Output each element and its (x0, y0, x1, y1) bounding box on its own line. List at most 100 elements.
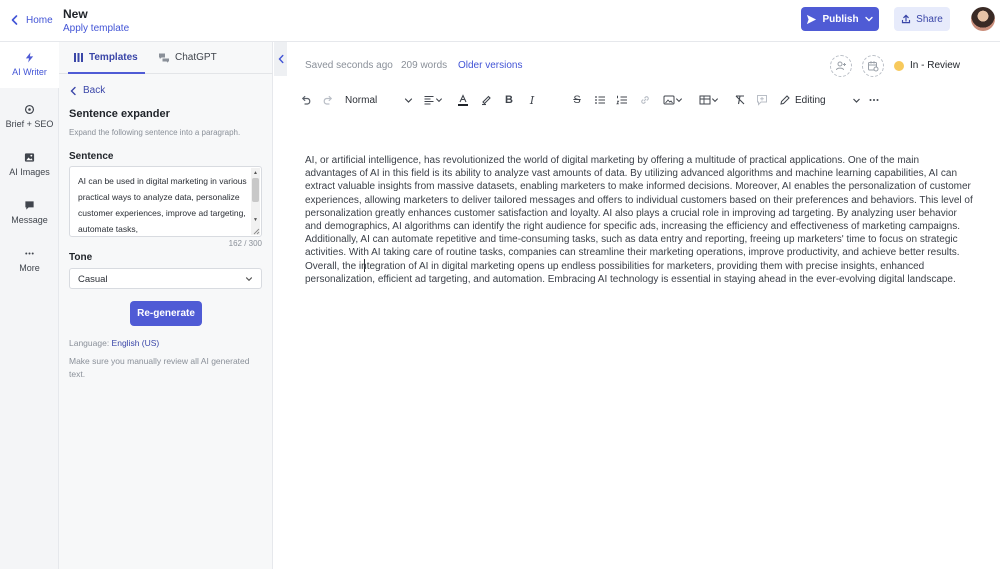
apply-template-link[interactable]: Apply template (63, 23, 129, 34)
editing-mode-dropdown[interactable]: Editing (779, 92, 861, 108)
scroll-thumb[interactable] (252, 178, 259, 202)
publish-button[interactable]: Publish (801, 7, 879, 31)
clear-formatting-button[interactable] (733, 92, 747, 108)
save-status: Saved seconds ago (305, 60, 393, 71)
numbered-list-icon (616, 95, 627, 105)
undo-button[interactable] (299, 92, 313, 108)
more-horizontal-icon (869, 99, 879, 101)
target-icon (24, 104, 35, 115)
clear-format-icon (735, 95, 745, 105)
rail-label: AI Writer (12, 67, 47, 77)
align-dropdown[interactable] (422, 92, 444, 108)
tone-select[interactable]: Casual (69, 268, 262, 289)
undo-icon (301, 95, 311, 105)
chatgpt-icon (159, 53, 169, 63)
chevron-down-icon (435, 98, 443, 103)
block-style-dropdown[interactable]: Normal (345, 92, 413, 108)
side-panel: Templates ChatGPT Back Sentence expander… (59, 42, 273, 569)
rail-item-more[interactable]: More (0, 238, 59, 284)
bolt-icon (25, 52, 34, 63)
tab-templates[interactable]: Templates (73, 52, 138, 63)
more-icon (25, 252, 34, 255)
editing-mode-value: Editing (795, 94, 826, 106)
language-selector[interactable]: English (US) (112, 338, 160, 348)
tab-chatgpt[interactable]: ChatGPT (158, 52, 217, 63)
numbered-list-button[interactable] (615, 92, 629, 108)
add-user-icon (836, 61, 846, 71)
tone-value: Casual (78, 274, 108, 285)
table-dropdown[interactable] (696, 92, 722, 108)
word-count: 209 words (401, 60, 448, 71)
workflow-status[interactable]: In - Review (894, 60, 960, 71)
bold-button[interactable]: B (503, 92, 515, 108)
rail-item-message[interactable]: Message (0, 190, 59, 236)
more-options-button[interactable] (867, 92, 881, 108)
left-rail: AI Writer Brief + SEO AI Images Message … (0, 42, 59, 569)
image-dropdown[interactable] (661, 92, 685, 108)
home-label: Home (26, 14, 53, 26)
chevron-left-icon (70, 86, 76, 95)
language-prefix: Language: (69, 338, 112, 348)
chevron-down-icon (853, 98, 860, 103)
back-link[interactable]: Back (69, 85, 105, 96)
italic-button[interactable]: I (526, 92, 538, 108)
tone-label: Tone (69, 252, 93, 263)
status-dot (894, 60, 904, 71)
share-button[interactable]: Share (894, 7, 950, 31)
active-tab-indicator (68, 72, 145, 74)
assign-user-button[interactable] (830, 55, 852, 77)
text-color-icon (458, 94, 468, 106)
rail-item-brief-seo[interactable]: Brief + SEO (0, 94, 59, 140)
bullet-list-icon (595, 96, 605, 104)
resize-grip-icon[interactable] (252, 227, 260, 235)
highlight-button[interactable] (479, 92, 493, 108)
templates-icon (74, 53, 83, 62)
block-style-value: Normal (345, 94, 378, 106)
regenerate-button[interactable]: Re-generate (130, 301, 202, 326)
character-counter: 162 / 300 (228, 239, 262, 248)
chevron-down-icon (404, 97, 413, 103)
editor-status-bar: Saved seconds ago 209 words Older versio… (287, 42, 1000, 88)
sentence-textarea[interactable]: AI can be used in digital marketing in v… (69, 166, 262, 237)
top-header: Home New Apply template Publish Share (0, 0, 1000, 42)
textarea-scrollbar[interactable]: ▲ ▼ (251, 168, 260, 235)
bullet-list-button[interactable] (593, 92, 607, 108)
scroll-up-arrow[interactable]: ▲ (252, 169, 259, 177)
share-label: Share (916, 13, 943, 25)
chat-icon (25, 201, 34, 210)
rail-item-ai-writer[interactable]: AI Writer (0, 42, 59, 88)
scroll-down-arrow[interactable]: ▼ (252, 216, 259, 224)
text-caret (364, 259, 365, 272)
user-avatar[interactable] (971, 7, 995, 31)
tab-label: ChatGPT (175, 52, 217, 63)
align-left-icon (424, 95, 434, 105)
image-icon (663, 95, 675, 105)
review-disclaimer: Make sure you manually review all AI gen… (69, 356, 250, 379)
highlighter-icon (482, 95, 491, 106)
chevron-left-icon (11, 15, 18, 25)
upload-icon (902, 14, 911, 24)
older-versions-link[interactable]: Older versions (458, 60, 522, 71)
table-icon (699, 95, 711, 105)
redo-button[interactable] (321, 92, 335, 108)
rail-item-ai-images[interactable]: AI Images (0, 142, 59, 188)
sentence-value: AI can be used in digital marketing in v… (78, 176, 247, 234)
sentence-label: Sentence (69, 151, 114, 162)
rail-label: AI Images (9, 167, 50, 177)
schedule-button[interactable] (862, 55, 884, 77)
language-line: Language: English (US) (69, 338, 159, 348)
comment-button[interactable] (755, 92, 769, 108)
pencil-icon (780, 95, 790, 105)
link-button[interactable] (638, 92, 652, 108)
chevron-left-icon (278, 54, 283, 64)
template-description: Expand the following sentence into a par… (69, 128, 241, 137)
send-icon (807, 14, 817, 24)
strikethrough-button[interactable]: S (571, 92, 583, 108)
comment-icon (757, 95, 767, 106)
text-color-button[interactable] (456, 92, 470, 108)
collapse-panel-button[interactable] (274, 42, 287, 76)
document-title[interactable]: New (63, 7, 88, 21)
template-title: Sentence expander (69, 108, 170, 120)
home-link[interactable]: Home (8, 13, 53, 27)
editor-content[interactable]: AI, or artificial intelligence, has revo… (305, 154, 973, 286)
